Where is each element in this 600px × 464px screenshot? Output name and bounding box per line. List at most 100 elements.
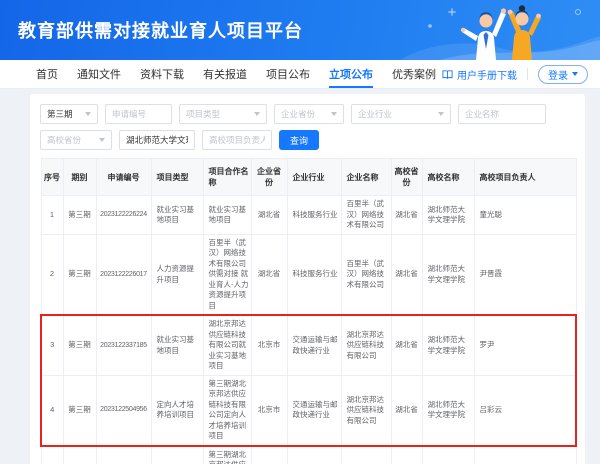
chevron-down-icon xyxy=(331,112,337,116)
table-body: 1第三期2023122226224就业实习基地项目就业实习基地项目湖北省科技服务… xyxy=(41,196,576,464)
table-cell: 2023122337185 xyxy=(96,315,151,375)
company-province-placeholder: 企业省份 xyxy=(281,108,315,120)
header-illustration xyxy=(400,0,600,60)
nav-item-approval-announce[interactable]: 立项公布 xyxy=(329,60,373,88)
college-province-placeholder: 高校省份 xyxy=(47,134,81,146)
period-select[interactable]: 第三期 xyxy=(40,104,98,124)
chevron-down-icon xyxy=(254,112,260,116)
table-cell: 湖北省 xyxy=(251,196,287,235)
table-cell: 湖北省 xyxy=(391,234,422,315)
table-cell: 第三期 xyxy=(63,234,96,315)
column-header: 高校省份 xyxy=(391,159,422,196)
table-cell: 2023122226224 xyxy=(96,196,151,235)
filter-bar: 第三期 项目类型 企业省份 企业行业 xyxy=(40,104,575,150)
table-cell: 北京市 xyxy=(251,315,287,375)
chevron-down-icon xyxy=(572,72,578,76)
college-leader-input[interactable] xyxy=(202,130,272,150)
table-cell: 科技服务行业 xyxy=(287,196,341,235)
column-header: 企业省份 xyxy=(251,159,287,196)
banner: 教育部供需对接就业育人项目平台 xyxy=(0,0,600,60)
table-cell: 湖北师范大学文理学院 xyxy=(422,234,474,315)
nav-item-project-announce[interactable]: 项目公布 xyxy=(266,60,310,88)
results-table: 序号期别申请编号项目类型项目合作名称企业省份企业行业企业名称高校省份高校名称高校… xyxy=(40,158,577,464)
company-industry-select[interactable]: 企业行业 xyxy=(351,104,451,124)
table-cell: 湖北京邦达供应链科技有限公司 xyxy=(341,375,391,446)
table-cell: 百里半（武汉）网络技术有限公司 xyxy=(341,196,391,235)
login-button[interactable]: 登录 xyxy=(538,65,588,84)
nav-item-related-reports[interactable]: 有关报道 xyxy=(203,60,247,88)
table-row: 4第三期2023122504956定向人才培养培训项目第三期湖北京邦达供应链科技… xyxy=(41,375,576,446)
table-cell: 北京市 xyxy=(251,375,287,446)
column-header: 期别 xyxy=(63,159,96,196)
chevron-down-icon xyxy=(99,138,105,142)
table-cell: 就业实习基地项目 xyxy=(151,196,203,235)
page: 教育部供需对接就业育人项目平台 xyxy=(0,0,600,464)
manual-download-button[interactable]: 用户手册下载 xyxy=(442,67,517,82)
table-cell: 湖北省 xyxy=(251,234,287,315)
table-cell: 4 xyxy=(41,375,63,446)
table-cell: 第三期 xyxy=(63,375,96,446)
table-cell: 湖北师范大学文理学院 xyxy=(422,375,474,446)
apply-no-input[interactable] xyxy=(105,104,172,124)
nav-item-home[interactable]: 首页 xyxy=(36,60,58,88)
table-cell: 湖北京邦达供应链科技有限公司就业实习基地项目 xyxy=(203,315,251,375)
divider xyxy=(527,68,528,80)
column-header: 申请编号 xyxy=(96,159,151,196)
table-cell: 尹晋霞 xyxy=(474,234,576,315)
book-icon xyxy=(442,69,453,80)
manual-download-label: 用户手册下载 xyxy=(457,67,517,82)
table-cell: 5 xyxy=(41,446,63,464)
table-cell: 科技服务行业 xyxy=(287,234,341,315)
table-cell: 罗尹 xyxy=(474,315,576,375)
table-cell: 2023122504956 xyxy=(96,375,151,446)
table-cell: 湖北省 xyxy=(391,375,422,446)
table-cell: 第三期湖北京邦达供应链科技有限公司定向人才培养培训项目 xyxy=(203,375,251,446)
column-header: 高校名称 xyxy=(422,159,474,196)
login-label: 登录 xyxy=(548,67,568,82)
table-row: 3第三期2023122337185就业实习基地项目湖北京邦达供应链科技有限公司就… xyxy=(41,315,576,375)
company-province-select[interactable]: 企业省份 xyxy=(274,104,344,124)
table-cell: 交通运输与邮政快递行业 xyxy=(287,315,341,375)
table-cell: 湖北省 xyxy=(391,446,422,464)
table-cell: 甘伟 xyxy=(474,446,576,464)
table-cell: 第三期湖北京邦达供应链科技有限公司供需对接就业育人项目 xyxy=(203,446,251,464)
search-button[interactable]: 查询 xyxy=(279,130,319,150)
main-nav: 首页通知文件资料下载有关报道项目公布立项公布优秀案例 用户手册下载 登录 xyxy=(0,60,600,89)
column-header: 高校项目负责人 xyxy=(474,159,576,196)
nav-item-excellent-cases[interactable]: 优秀案例 xyxy=(392,60,436,88)
table-cell: 重点群体就业项目 xyxy=(151,446,203,464)
project-type-placeholder: 项目类型 xyxy=(186,108,220,120)
column-header: 序号 xyxy=(41,159,63,196)
nav-item-data-download[interactable]: 资料下载 xyxy=(140,60,184,88)
column-header: 企业行业 xyxy=(287,159,341,196)
table-cell: 交通运输与邮政快递行业 xyxy=(287,375,341,446)
company-industry-placeholder: 企业行业 xyxy=(358,108,392,120)
chevron-down-icon xyxy=(438,112,444,116)
content-card: 第三期 项目类型 企业省份 企业行业 xyxy=(30,94,585,464)
nav-items: 首页通知文件资料下载有关报道项目公布立项公布优秀案例 xyxy=(0,60,436,88)
college-name-input[interactable] xyxy=(119,130,195,150)
table-row: 1第三期2023122226224就业实习基地项目就业实习基地项目湖北省科技服务… xyxy=(41,196,576,235)
nav-right: 用户手册下载 登录 xyxy=(442,60,600,88)
table-cell: 交通运输与邮政快递行业 xyxy=(287,446,341,464)
table-cell: 人力资源提升项目 xyxy=(151,234,203,315)
table-cell: 湖北师范大学文理学院 xyxy=(422,315,474,375)
project-type-select[interactable]: 项目类型 xyxy=(179,104,267,124)
table-row: 2第三期2023122226017人力资源提升项目百里半（武汉）网络技术有限公司… xyxy=(41,234,576,315)
table-cell: 吕彩云 xyxy=(474,375,576,446)
table-cell: 第三期 xyxy=(63,315,96,375)
nav-item-notice-files[interactable]: 通知文件 xyxy=(77,60,121,88)
table-cell: 就业实习基地项目 xyxy=(203,196,251,235)
table-cell: 2023122250083 xyxy=(96,446,151,464)
table-cell: 2 xyxy=(41,234,63,315)
table-cell: 湖北京邦达供应链科技有限公司 xyxy=(341,446,391,464)
table-cell: 第三期 xyxy=(63,446,96,464)
table-cell: 北京市 xyxy=(251,446,287,464)
college-province-select[interactable]: 高校省份 xyxy=(40,130,112,150)
company-name-input[interactable] xyxy=(458,104,546,124)
table-cell: 湖北省 xyxy=(391,315,422,375)
table-row: 5第三期2023122250083重点群体就业项目第三期湖北京邦达供应链科技有限… xyxy=(41,446,576,464)
column-header: 企业名称 xyxy=(341,159,391,196)
table-cell: 百里半（武汉）网络技术有限公司供需对接 就业育人-人力资源提升项目 xyxy=(203,234,251,315)
table-cell: 童光聪 xyxy=(474,196,576,235)
